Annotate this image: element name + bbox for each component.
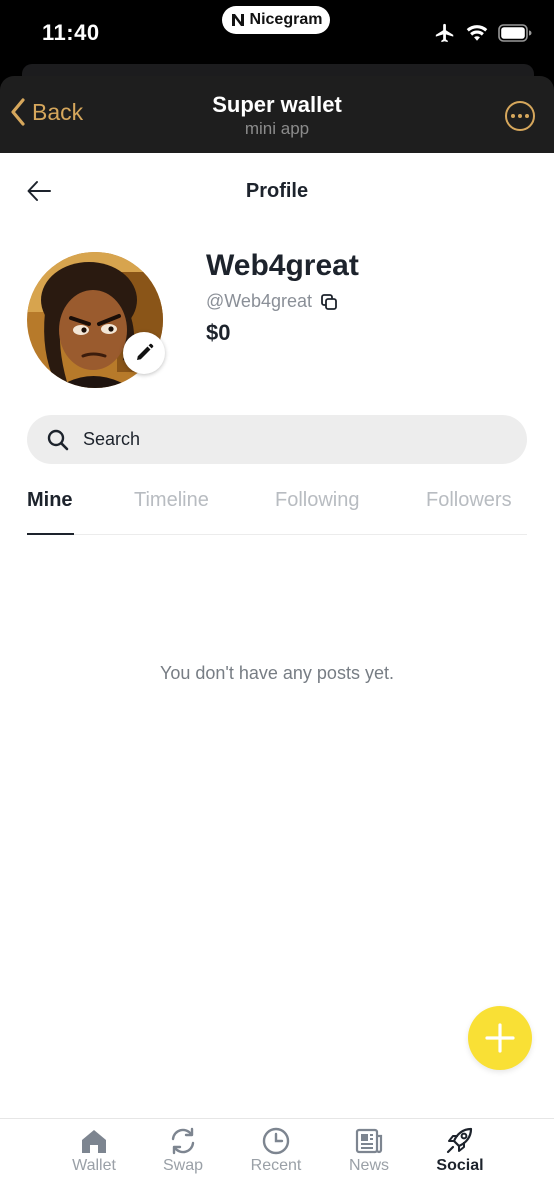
- nicegram-logo-icon: [231, 14, 244, 26]
- battery-icon: [498, 24, 532, 42]
- dynamic-island: Nicegram: [222, 6, 330, 34]
- display-name: Web4great: [206, 249, 359, 282]
- search-icon: [47, 429, 69, 450]
- edit-avatar-button[interactable]: [123, 332, 165, 374]
- app-title: Super wallet: [212, 92, 342, 117]
- clock-icon: [262, 1127, 290, 1155]
- plus-icon: [485, 1023, 515, 1053]
- nav-wallet[interactable]: Wallet: [54, 1127, 134, 1175]
- nav-swap[interactable]: Swap: [143, 1127, 223, 1175]
- home-icon: [82, 1130, 106, 1153]
- nav-recent-label: Recent: [250, 1157, 302, 1174]
- handle-row: @Web4great: [206, 291, 338, 312]
- bottom-nav: Wallet Swap Recent News Social: [0, 1118, 554, 1199]
- nav-news-label: News: [348, 1157, 389, 1174]
- newspaper-icon: [355, 1128, 383, 1154]
- create-post-button[interactable]: [468, 1006, 532, 1070]
- profile-content: Profile Web4great @Web4great $0 Search M…: [0, 153, 554, 1118]
- nav-recent[interactable]: Recent: [236, 1127, 316, 1175]
- nav-news[interactable]: News: [329, 1127, 409, 1175]
- status-bar: 11:40 Nicegram: [0, 0, 554, 66]
- status-time: 11:40: [42, 20, 100, 45]
- empty-posts-message: You don't have any posts yet.: [160, 663, 394, 683]
- copy-icon[interactable]: [320, 293, 338, 311]
- island-label: Nicegram: [249, 11, 323, 28]
- pencil-icon: [137, 343, 154, 360]
- tab-mine[interactable]: Mine: [27, 489, 73, 512]
- more-dot-icon: [525, 114, 529, 118]
- mini-app-header: Back Super wallet mini app: [0, 76, 554, 153]
- tab-followers[interactable]: Followers: [426, 489, 512, 512]
- avatar-container: [27, 252, 165, 390]
- nav-wallet-label: Wallet: [72, 1157, 116, 1174]
- rocket-icon: [446, 1127, 473, 1154]
- tab-timeline[interactable]: Timeline: [134, 489, 209, 512]
- nav-swap-label: Swap: [162, 1157, 204, 1174]
- search-placeholder: Search: [83, 429, 141, 449]
- search-input[interactable]: Search: [27, 415, 527, 464]
- more-dot-icon: [518, 114, 522, 118]
- nav-social-label: Social: [436, 1157, 484, 1174]
- active-tab-indicator: [27, 533, 74, 535]
- airplane-icon: [435, 23, 454, 43]
- app-subtitle: mini app: [244, 119, 310, 138]
- wallet-balance: $0: [206, 320, 231, 345]
- profile-tabs: Mine Timeline Following Followers: [27, 479, 527, 535]
- tab-following[interactable]: Following: [275, 489, 359, 512]
- swap-icon: [171, 1127, 195, 1155]
- wifi-icon: [466, 25, 488, 41]
- more-dot-icon: [511, 114, 515, 118]
- nav-social[interactable]: Social: [420, 1127, 500, 1175]
- page-title: Profile: [245, 180, 309, 202]
- more-options-button[interactable]: [505, 101, 535, 131]
- username-handle: @Web4great: [206, 291, 312, 311]
- status-icons: [434, 22, 532, 44]
